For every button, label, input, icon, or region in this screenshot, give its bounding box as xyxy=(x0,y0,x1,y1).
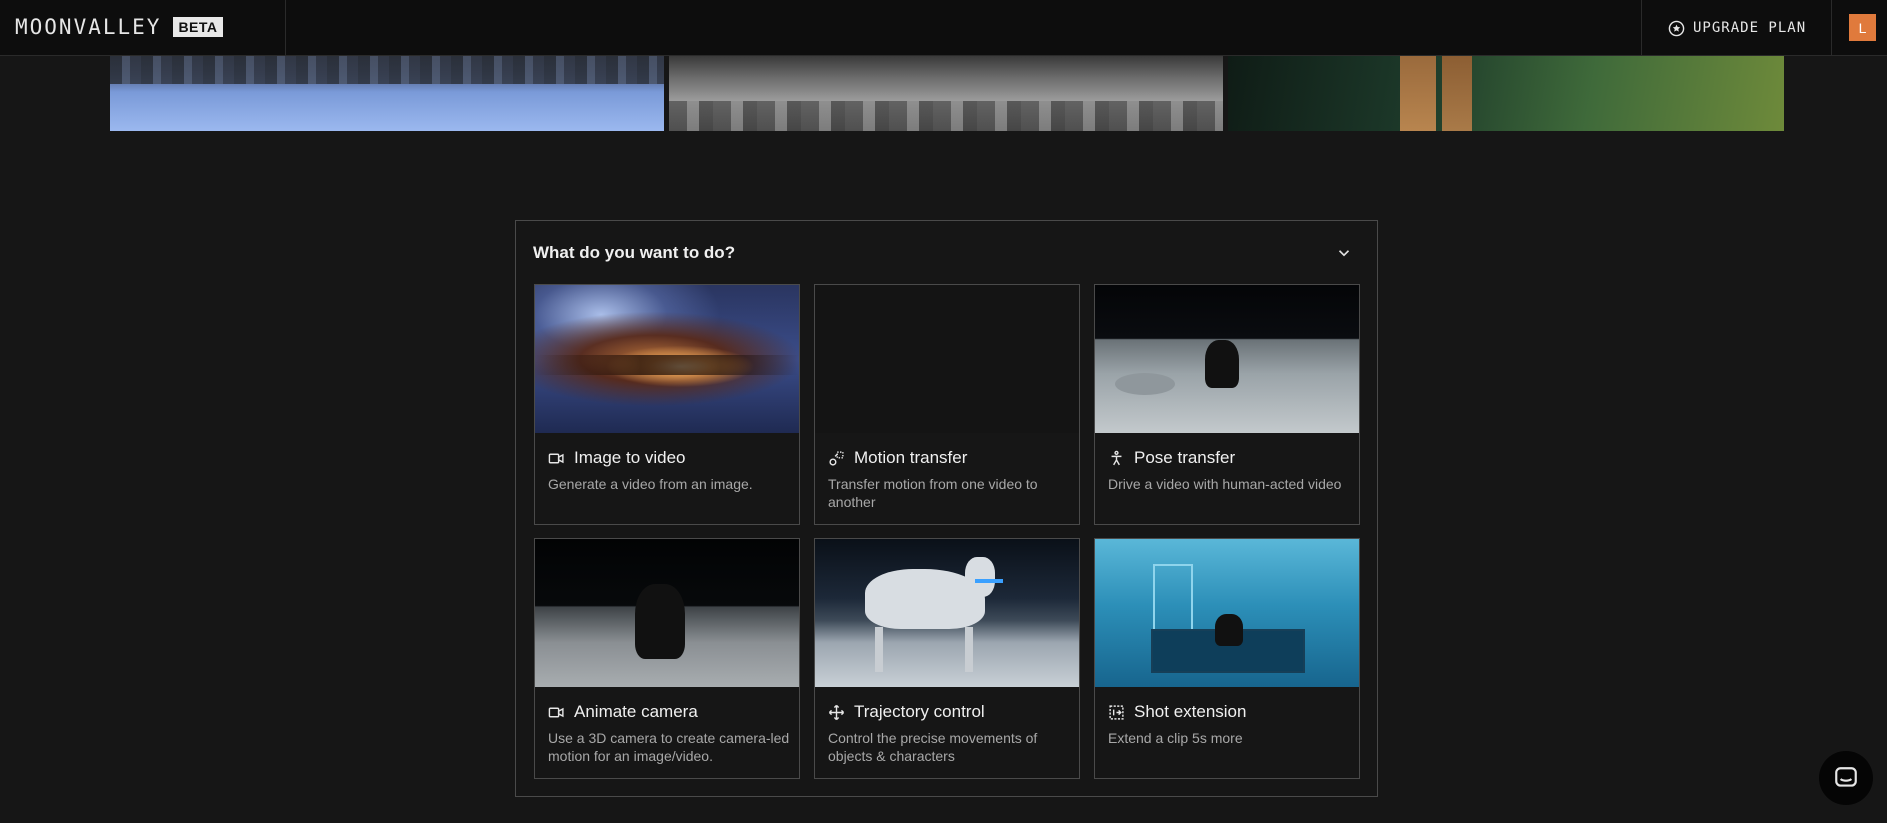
card-description: Generate a video from an image. xyxy=(548,476,753,492)
card-motion-transfer[interactable]: Motion transfer Transfer motion from one… xyxy=(814,284,1080,525)
card-thumbnail xyxy=(535,539,799,687)
top-bar: MOONVALLEY BETA UPGRADE PLAN L xyxy=(0,0,1887,56)
logo-text: MOONVALLEY xyxy=(15,15,162,39)
card-title: Shot extension xyxy=(1134,702,1247,721)
card-description: Drive a video with human-acted video xyxy=(1108,476,1342,492)
chevron-down-icon[interactable] xyxy=(1335,244,1353,262)
panel-title: What do you want to do? xyxy=(533,243,736,262)
upgrade-plan-button[interactable]: UPGRADE PLAN xyxy=(1668,15,1806,41)
card-description: Extend a clip 5s more xyxy=(1108,730,1243,746)
card-title: Trajectory control xyxy=(854,702,985,721)
chat-button[interactable] xyxy=(1819,751,1873,805)
card-shot-extension[interactable]: Shot extension Extend a clip 5s more xyxy=(1094,538,1360,779)
card-thumbnail xyxy=(815,539,1079,687)
move-arrows-icon xyxy=(828,704,845,720)
card-image-to-video[interactable]: Image to video Generate a video from an … xyxy=(534,284,800,525)
card-pose-transfer[interactable]: Pose transfer Drive a video with human-a… xyxy=(1094,284,1360,525)
banner-image-hiker xyxy=(1228,56,1784,131)
banner-image-snow xyxy=(110,56,664,131)
motion-transfer-icon xyxy=(829,450,844,466)
banner-image-moon-surface xyxy=(669,56,1223,131)
avatar[interactable]: L xyxy=(1849,14,1876,41)
card-title: Image to video xyxy=(574,448,686,467)
card-title: Motion transfer xyxy=(854,448,968,467)
beta-badge: BETA xyxy=(173,17,223,37)
card-thumbnail xyxy=(1095,539,1359,687)
divider xyxy=(285,0,286,56)
card-trajectory-control[interactable]: Trajectory control Control the precise m… xyxy=(814,538,1080,779)
card-thumbnail xyxy=(535,285,799,433)
card-description: Transfer motion from one video to anothe… xyxy=(828,476,1038,510)
card-title: Animate camera xyxy=(574,702,698,721)
card-description: Control the precise movements of objects… xyxy=(828,730,1038,764)
card-animate-camera[interactable]: Animate camera Use a 3D camera to create… xyxy=(534,538,800,779)
upgrade-plan-label: UPGRADE PLAN xyxy=(1693,20,1807,36)
shot-extension-icon xyxy=(1109,704,1124,720)
task-panel: What do you want to do? Image to video G… xyxy=(515,220,1378,797)
person-pose-icon xyxy=(1111,450,1122,465)
divider xyxy=(1641,0,1642,56)
divider xyxy=(1831,0,1832,56)
card-description: Use a 3D camera to create camera-led mot… xyxy=(548,730,790,764)
star-circle-icon xyxy=(1668,20,1685,36)
card-thumbnail xyxy=(1095,285,1359,433)
video-camera-icon xyxy=(548,453,564,463)
chat-icon xyxy=(1835,767,1857,787)
card-title: Pose transfer xyxy=(1134,448,1236,467)
video-camera-icon xyxy=(548,707,564,717)
card-thumbnail xyxy=(815,285,1079,433)
logo[interactable]: MOONVALLEY BETA xyxy=(15,14,223,40)
